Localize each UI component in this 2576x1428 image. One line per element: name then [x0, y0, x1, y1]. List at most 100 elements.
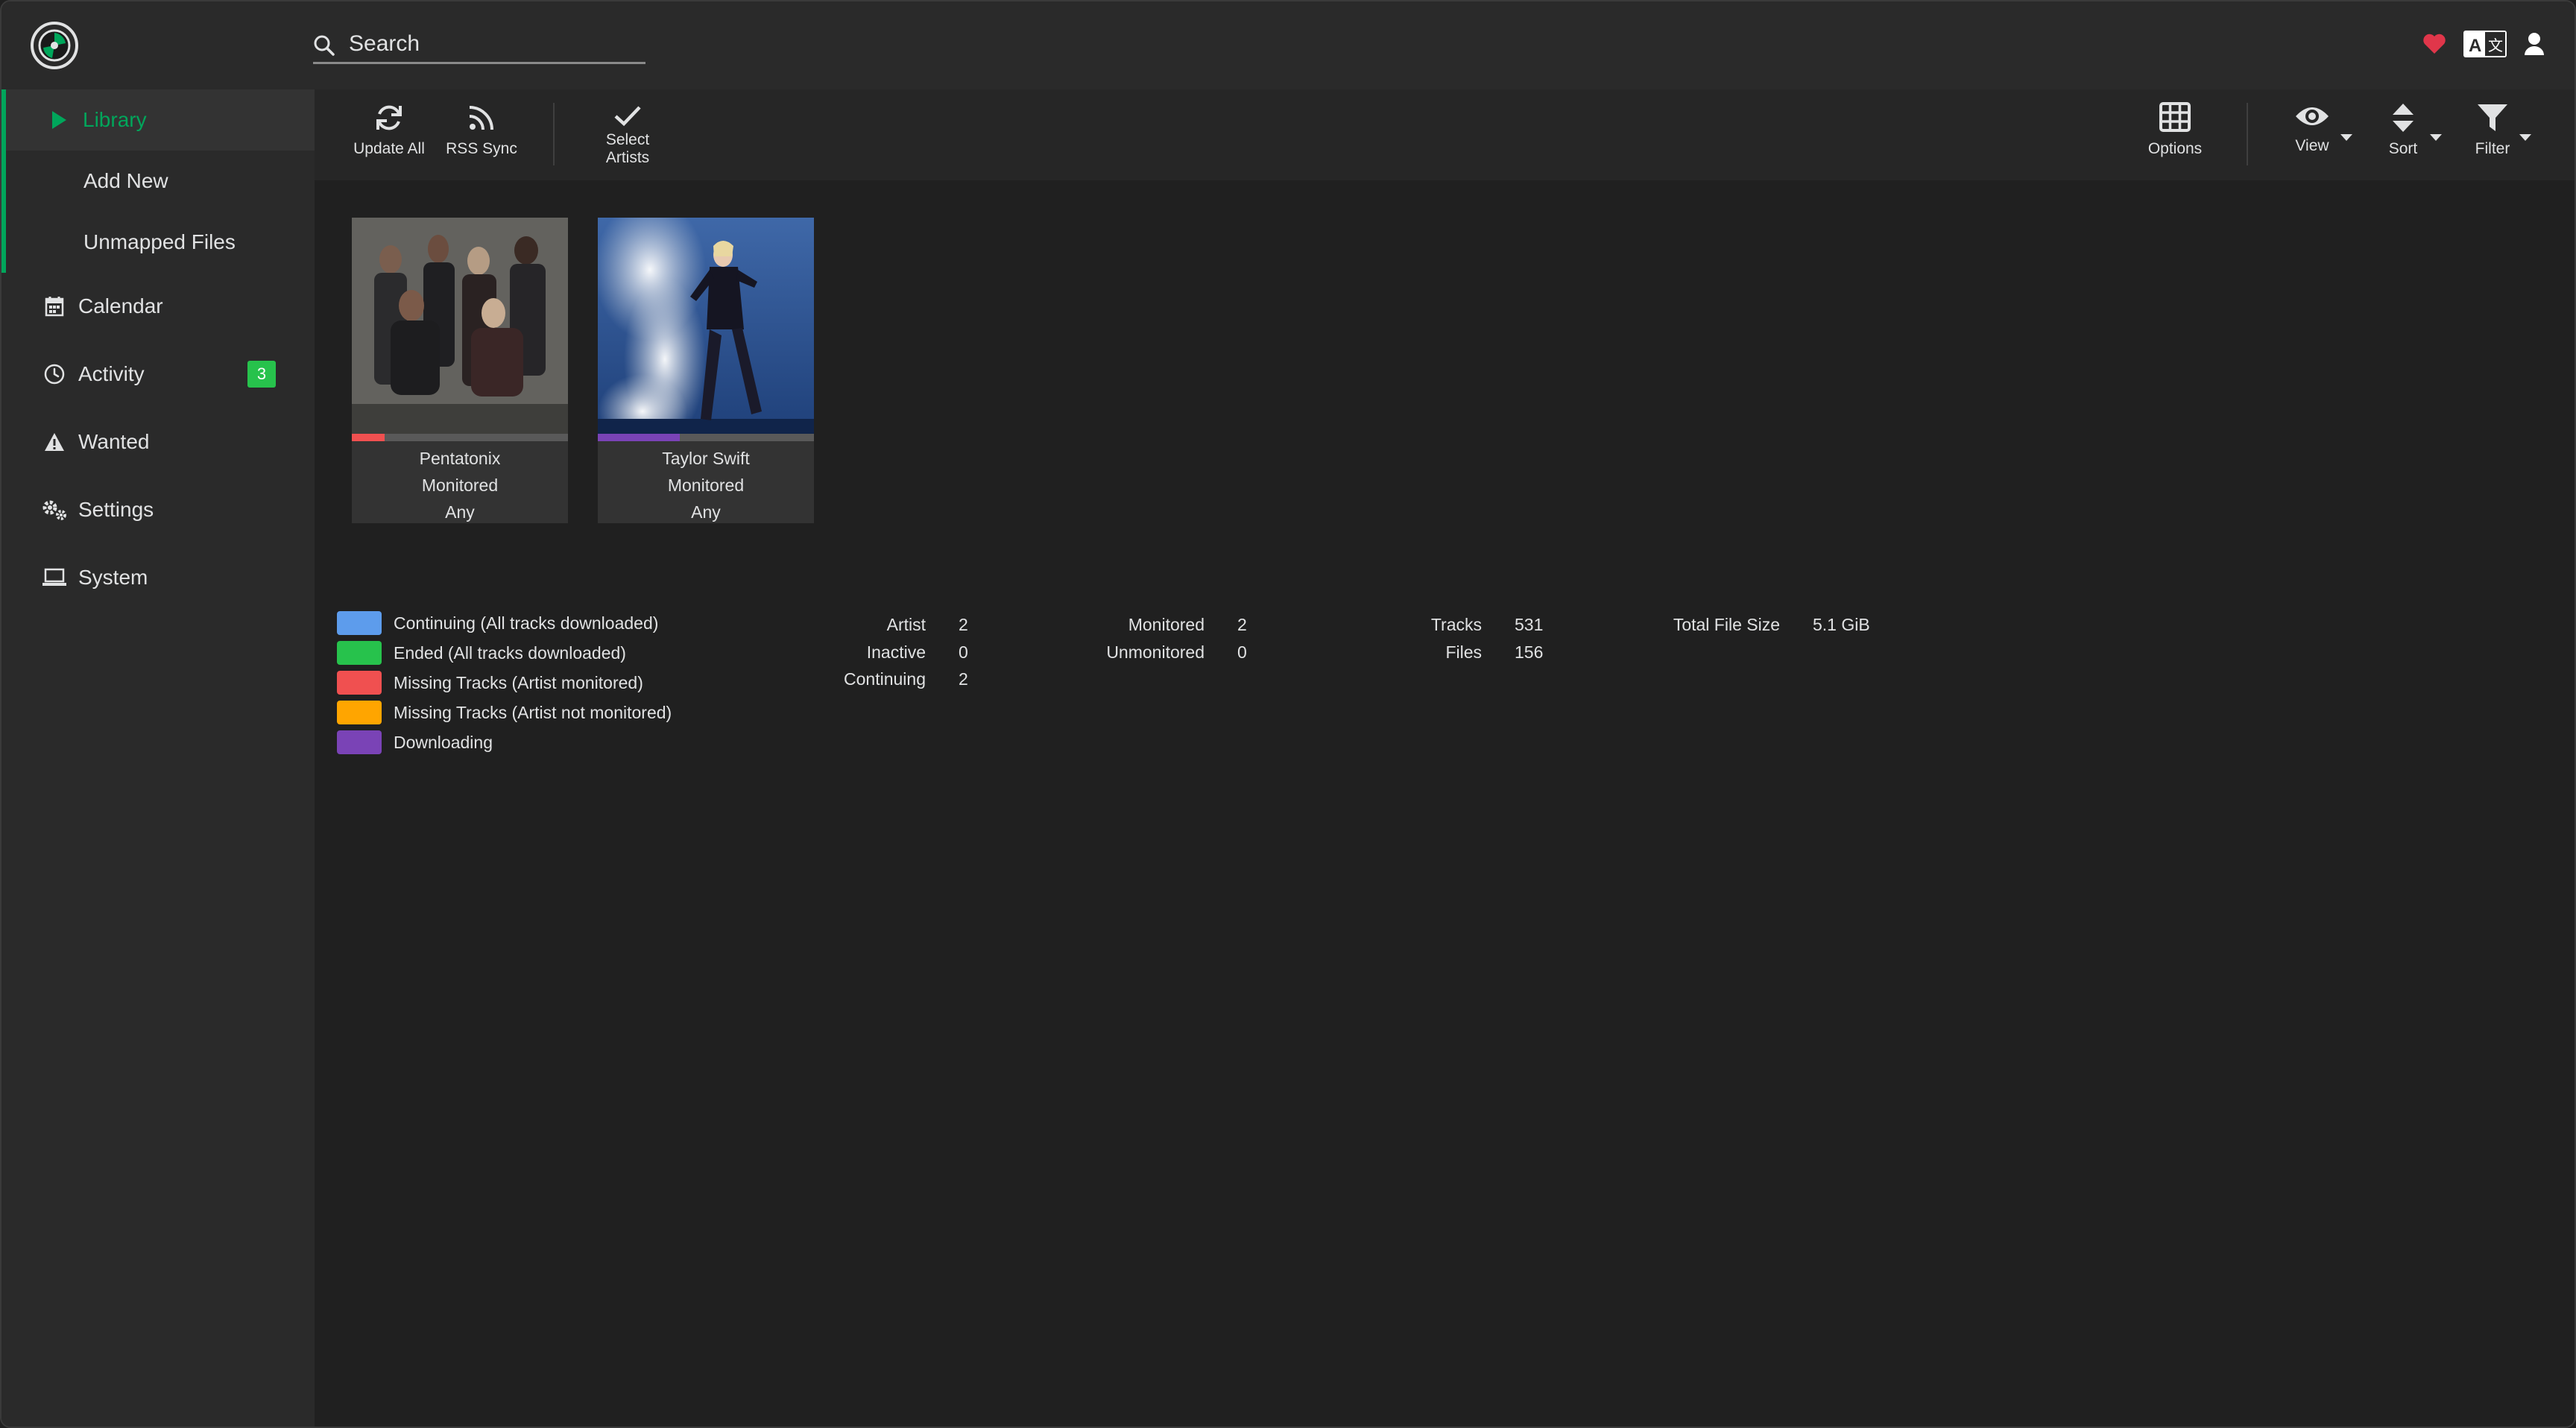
filter-label: Filter — [2475, 140, 2510, 157]
rss-icon — [469, 106, 493, 130]
sidebar-item-label: Add New — [83, 169, 168, 192]
heart-icon[interactable] — [2422, 33, 2446, 59]
sidebar-item-wanted[interactable]: Wanted — [1, 411, 315, 473]
sidebar-item-label: Activity — [78, 362, 145, 385]
legend-item: Missing Tracks (Artist not monitored) — [337, 701, 672, 724]
refresh-icon — [376, 105, 402, 130]
stat-continuing-label: Continuing — [844, 669, 926, 689]
stat-files-label: Files — [1445, 642, 1482, 662]
cogs-icon — [42, 497, 67, 522]
stat-inactive-label: Inactive — [866, 642, 926, 662]
legend-item: Downloading — [337, 730, 493, 754]
sidebar-item-unmapped-files[interactable]: Unmapped Files — [1, 212, 315, 273]
toolbar-separator — [2247, 103, 2248, 165]
translate-icon[interactable]: A 文 — [2463, 30, 2507, 62]
svg-text:A: A — [2469, 36, 2481, 56]
stat-tracks-label: Tracks — [1430, 615, 1482, 634]
legend-swatch — [337, 730, 382, 754]
artist-progress-fill — [352, 434, 385, 441]
search-input[interactable] — [349, 27, 640, 61]
view-dropdown-caret-icon — [2340, 134, 2352, 141]
sort-label: Sort — [2388, 140, 2418, 157]
table-icon — [2159, 102, 2191, 132]
artist-monitored-status: Monitored — [421, 476, 499, 495]
artist-progress-fill — [598, 434, 681, 441]
eye-icon — [2296, 107, 2329, 125]
stat-total-file-size-label: Total File Size — [1673, 615, 1780, 634]
legend-label: Ended (All tracks downloaded) — [394, 642, 626, 663]
options-button[interactable]: Options — [2133, 89, 2217, 180]
filter-dropdown-caret-icon — [2519, 134, 2531, 141]
legend-item: Ended (All tracks downloaded) — [337, 641, 626, 665]
calendar-icon — [42, 294, 67, 319]
view-label: View — [2295, 137, 2329, 154]
toolbar-separator — [553, 103, 555, 165]
clock-icon — [42, 361, 67, 387]
sort-icon — [2393, 104, 2414, 132]
stat-inactive-value: 0 — [959, 642, 968, 662]
sidebar-item-calendar[interactable]: Calendar — [1, 276, 315, 337]
stat-artist-value: 2 — [959, 615, 968, 634]
rss-sync-button[interactable]: RSS Sync — [440, 89, 523, 180]
play-icon — [46, 107, 72, 133]
sidebar-item-label: Calendar — [78, 294, 163, 317]
legend-label: Downloading — [394, 732, 493, 752]
stat-tracks-value: 531 — [1515, 615, 1544, 634]
select-artists-label-line2: Artists — [605, 149, 650, 166]
artist-quality-profile: Any — [691, 502, 721, 522]
stat-total-file-size-value: 5.1 GiB — [1813, 615, 1870, 634]
artist-progress-bar — [352, 434, 568, 441]
artist-poster-card[interactable]: Pentatonix Monitored Any — [352, 218, 568, 523]
lidarr-logo[interactable] — [30, 21, 79, 70]
stat-monitored-label: Monitored — [1128, 615, 1205, 634]
artist-poster-image[interactable] — [352, 218, 568, 441]
legend-item: Missing Tracks (Artist monitored) — [337, 671, 643, 695]
app-window: A 文 Library Add New Unmapped Files — [0, 0, 2576, 1428]
filter-icon — [2478, 104, 2507, 131]
sidebar-item-system[interactable]: System — [1, 547, 315, 608]
artist-monitored-status: Monitored — [667, 476, 745, 495]
stat-artist-label: Artist — [886, 615, 926, 634]
sidebar-item-add-new[interactable]: Add New — [1, 151, 315, 212]
legend-label: Missing Tracks (Artist monitored) — [394, 672, 643, 692]
stat-unmonitored-label: Unmonitored — [1106, 642, 1205, 662]
update-all-label: Update All — [353, 140, 425, 157]
warning-icon — [42, 429, 67, 455]
artist-quality-profile: Any — [445, 502, 475, 522]
sidebar-item-label: Wanted — [78, 430, 150, 453]
select-artists-label: Select Artists — [606, 131, 649, 167]
svg-text:文: 文 — [2488, 37, 2503, 54]
artist-poster-image[interactable] — [598, 218, 814, 441]
legend-swatch — [337, 641, 382, 665]
stat-unmonitored-value: 0 — [1237, 642, 1247, 662]
sort-dropdown-caret-icon — [2430, 134, 2442, 141]
stat-files-value: 156 — [1515, 642, 1544, 662]
select-artists-button[interactable]: Select Artists — [584, 89, 671, 180]
legend-swatch — [337, 701, 382, 724]
sidebar-item-label: Settings — [78, 498, 154, 521]
header-actions: A 文 — [2422, 30, 2545, 62]
legend-label: Missing Tracks (Artist not monitored) — [394, 702, 672, 722]
user-icon[interactable] — [2524, 32, 2545, 60]
artist-name: Taylor Swift — [662, 449, 750, 468]
artist-progress-bar — [598, 434, 814, 441]
options-label: Options — [2147, 140, 2203, 157]
rss-sync-label: RSS Sync — [446, 140, 517, 157]
legend-item: Continuing (All tracks downloaded) — [337, 611, 658, 635]
select-artists-label-line1: Select — [605, 131, 650, 148]
sidebar-item-label: Library — [83, 108, 147, 131]
sidebar-item-label: Unmapped Files — [83, 230, 236, 253]
legend-swatch — [337, 611, 382, 635]
search-bar — [313, 27, 645, 64]
sidebar: Library Add New Unmapped Files Calendar — [1, 89, 315, 1427]
checkmark-icon — [614, 106, 641, 127]
artist-poster-card[interactable]: Taylor Swift Monitored Any — [598, 218, 814, 523]
artist-name: Pentatonix — [419, 449, 501, 468]
legend-label: Continuing (All tracks downloaded) — [394, 613, 659, 633]
sidebar-item-library[interactable]: Library — [1, 89, 315, 151]
legend-swatch — [337, 671, 382, 695]
sidebar-item-settings[interactable]: Settings — [1, 479, 315, 540]
sidebar-item-activity[interactable]: Activity 3 — [1, 344, 315, 405]
search-icon — [314, 35, 335, 56]
update-all-button[interactable]: Update All — [347, 89, 431, 180]
